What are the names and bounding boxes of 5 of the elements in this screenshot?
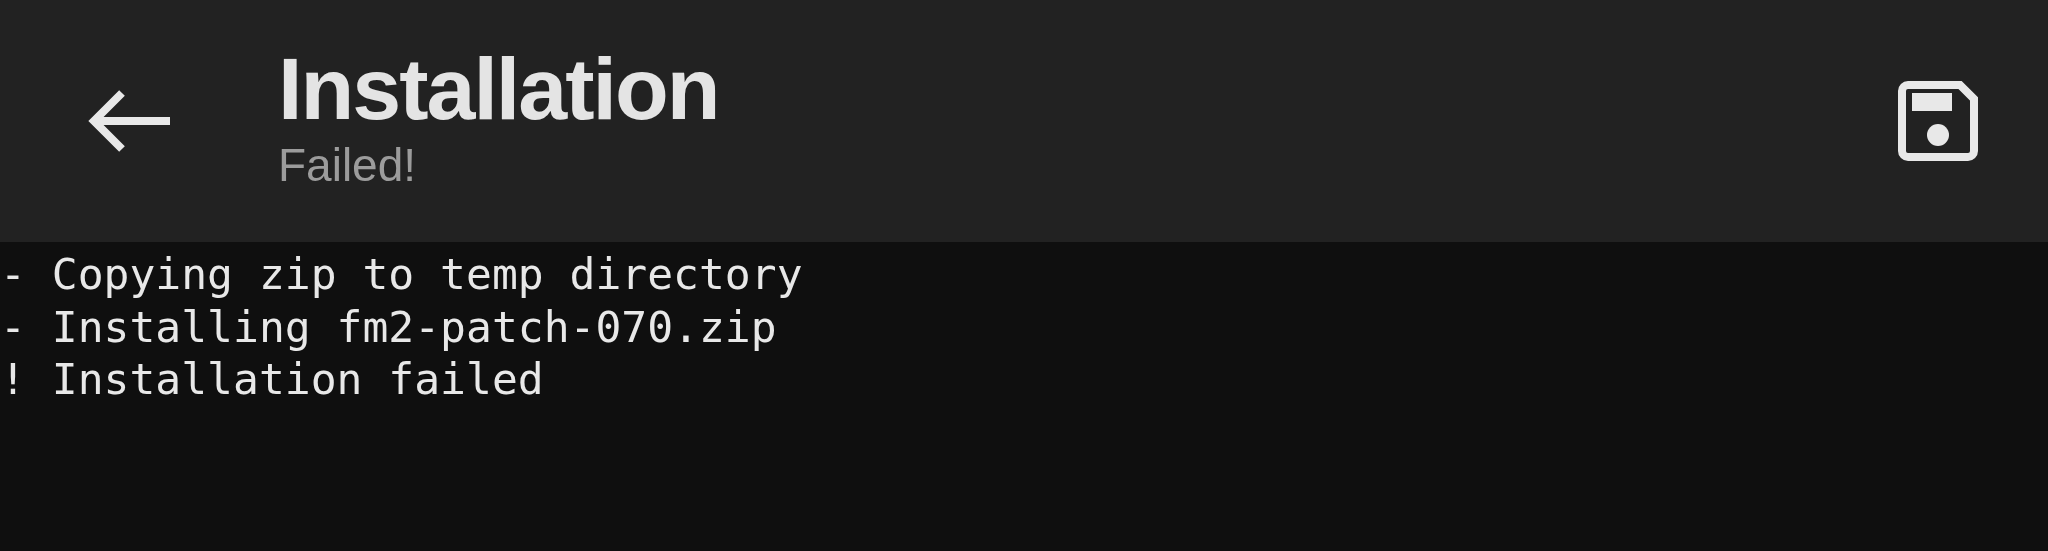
- log-line: - Installing fm2-patch-070.zip: [0, 300, 778, 353]
- log-line: ! Installation failed: [0, 353, 545, 406]
- screen-subtitle: Failed!: [278, 138, 418, 193]
- screen-title: Installation: [278, 41, 720, 137]
- log-line: - Copying zip to temp directory: [0, 248, 804, 301]
